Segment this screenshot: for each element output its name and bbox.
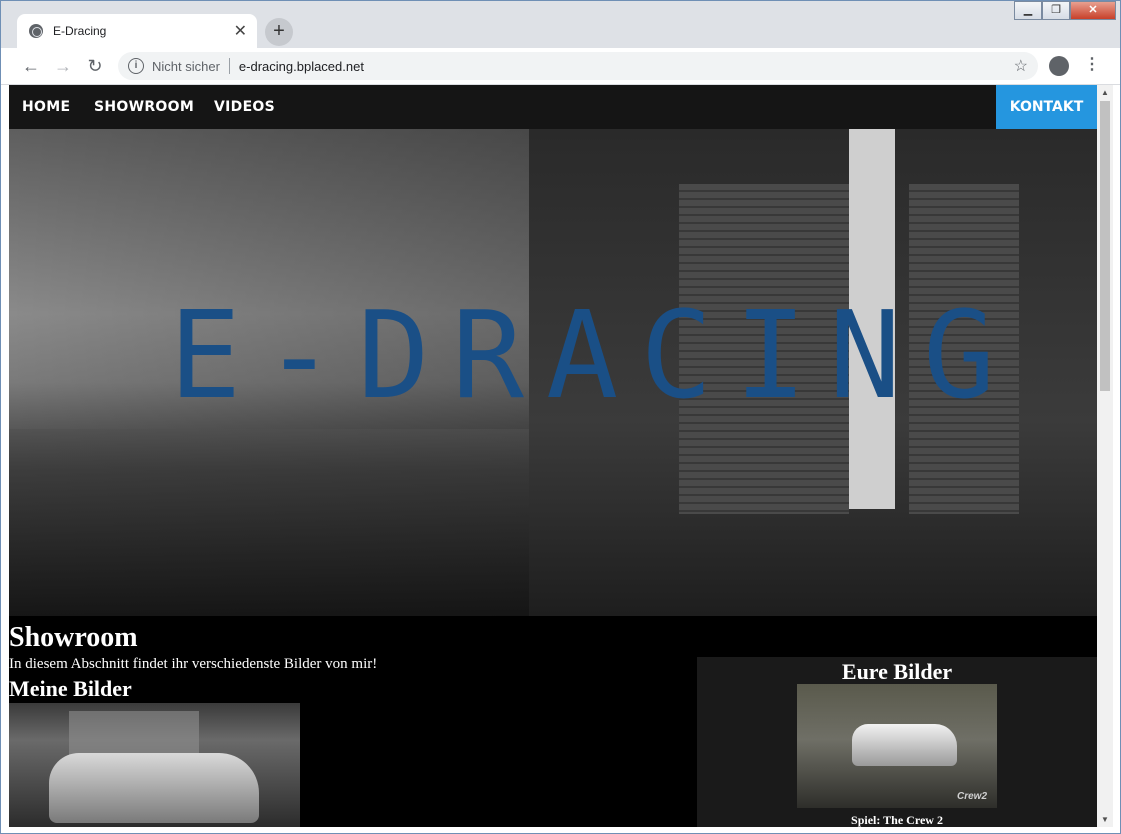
window-controls: ▁ ❐ ✕ (1014, 1, 1116, 21)
showroom-heading: Showroom (9, 622, 138, 653)
url-text[interactable]: e-dracing.bplaced.net (239, 59, 364, 74)
race-car-graphic (852, 724, 957, 766)
nav-showroom-link[interactable]: SHOWROOM (94, 99, 194, 115)
nav-home-link[interactable]: HOME (22, 99, 70, 115)
close-window-button[interactable]: ✕ (1070, 1, 1116, 20)
eure-bilder-caption: Spiel: The Crew 2 (851, 813, 943, 827)
security-label: Nicht sicher (152, 58, 220, 74)
menu-kebab-icon[interactable]: ⋮ (1084, 54, 1100, 74)
new-tab-button[interactable]: + (265, 18, 293, 46)
profile-avatar-icon[interactable] (1049, 56, 1069, 76)
nav-videos-link[interactable]: VIDEOS (214, 99, 275, 115)
eure-bilder-image[interactable]: Crew2 (797, 684, 997, 808)
minimize-button[interactable]: ▁ (1014, 1, 1042, 20)
scroll-up-icon[interactable]: ▲ (1097, 88, 1113, 97)
omnibox-separator (228, 58, 230, 74)
browser-window: E-Dracing ✕ + ▁ ❐ ✕ ← → ↻ i Nicht sicher… (0, 0, 1121, 834)
title-bar: E-Dracing ✕ + ▁ ❐ ✕ (1, 1, 1120, 48)
forward-arrow-icon[interactable]: → (51, 54, 75, 78)
address-bar[interactable]: i Nicht sicher e-dracing.bplaced.net ☆ (118, 52, 1038, 80)
vertical-scrollbar[interactable]: ▲ ▼ (1097, 85, 1113, 827)
browser-toolbar: ← → ↻ i Nicht sicher e-dracing.bplaced.n… (1, 48, 1120, 85)
maximize-button[interactable]: ❐ (1042, 1, 1070, 20)
hero-banner: E-DRACING (9, 129, 1097, 616)
eure-bilder-panel: Eure Bilder Crew2 Spiel: The Crew 2 (697, 657, 1097, 827)
scrollbar-thumb[interactable] (1100, 101, 1110, 391)
hero-logo-text: E-DRACING (169, 287, 1018, 426)
browser-tab[interactable]: E-Dracing ✕ (17, 14, 257, 48)
site-navigation: HOME SHOWROOM VIDEOS KONTAKT (9, 85, 1097, 129)
eure-bilder-heading: Eure Bilder (841, 659, 953, 684)
back-arrow-icon[interactable]: ← (19, 54, 43, 78)
close-tab-icon[interactable]: ✕ (234, 21, 247, 41)
nav-kontakt-button[interactable]: KONTAKT (996, 85, 1097, 129)
globe-icon (29, 24, 43, 38)
crew2-watermark: Crew2 (956, 791, 987, 802)
info-icon[interactable]: i (128, 58, 144, 74)
meine-bilder-heading: Meine Bilder (9, 676, 132, 701)
meine-bilder-image[interactable] (9, 703, 300, 827)
tab-title: E-Dracing (53, 24, 107, 38)
reload-icon[interactable]: ↻ (83, 54, 107, 78)
showroom-description: In diesem Abschnitt findet ihr verschied… (9, 656, 378, 672)
page-viewport: HOME SHOWROOM VIDEOS KONTAKT E-DRACING S… (9, 85, 1097, 827)
race-car-graphic (49, 753, 259, 823)
bookmark-star-icon[interactable]: ☆ (1014, 56, 1028, 76)
scroll-down-icon[interactable]: ▼ (1097, 815, 1113, 824)
